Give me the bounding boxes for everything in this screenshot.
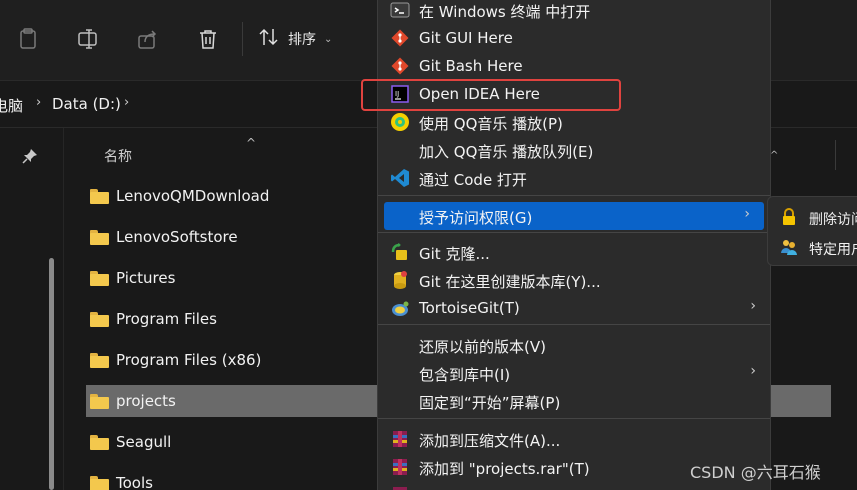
chevron-down-icon: ⌄ xyxy=(324,33,333,45)
menu-item-label: 添加到压缩文件(A)... xyxy=(419,432,561,450)
folder-icon xyxy=(90,270,109,286)
submenu-item-label: 删除访问 xyxy=(809,212,857,228)
breadcrumb-this-pc[interactable]: 电脑 xyxy=(0,95,23,116)
menu-item-label: Git GUI Here xyxy=(419,29,513,47)
qqmusic-icon xyxy=(390,112,410,132)
menu-item-label: TortoiseGit(T) xyxy=(419,299,520,317)
menu-item-git-bash[interactable]: Git Bash Here xyxy=(378,52,770,80)
chevron-right-icon[interactable]: › xyxy=(36,95,41,110)
file-name: LenovoQMDownload xyxy=(116,187,270,205)
submenu-item-specific-users[interactable]: 特定用户 xyxy=(768,233,857,261)
toolbar-divider xyxy=(242,22,243,56)
folder-icon xyxy=(90,393,109,409)
chevron-right-icon: › xyxy=(750,298,756,314)
menu-item-grant-access[interactable]: 授予访问权限(G) › xyxy=(384,202,764,230)
clipboard-icon[interactable] xyxy=(17,28,39,50)
menu-item-include-library[interactable]: 包含到库中(I) › xyxy=(378,359,770,387)
file-name: Seagull xyxy=(116,433,172,451)
sort-arrow-icon: ^ xyxy=(246,136,257,150)
menu-item-label: Git 在这里创建版本库(Y)... xyxy=(419,273,601,291)
chevron-right-icon[interactable]: › xyxy=(124,95,129,110)
file-name: Program Files xyxy=(116,310,217,328)
menu-item-tortoisegit[interactable]: TortoiseGit(T) › xyxy=(378,294,770,322)
menu-separator xyxy=(378,324,770,325)
menu-item-restore-versions[interactable]: 还原以前的版本(V) xyxy=(378,331,770,359)
delete-icon[interactable] xyxy=(197,28,219,50)
menu-item-git-create-repo[interactable]: Git 在这里创建版本库(Y)... xyxy=(378,266,770,294)
menu-item-git-clone[interactable]: Git 克隆... xyxy=(378,238,770,266)
menu-item-label: 加入 QQ音乐 播放队列(E) xyxy=(419,143,594,161)
sort-icon xyxy=(258,27,280,51)
menu-item-git-gui[interactable]: Git GUI Here xyxy=(378,24,770,52)
column-header-name[interactable]: 名称 xyxy=(104,146,132,166)
lock-icon xyxy=(780,208,798,226)
folder-icon xyxy=(90,475,109,490)
sort-label: 排序 xyxy=(288,32,316,48)
chevron-up-icon: ^ xyxy=(770,150,779,161)
menu-item-pin-start[interactable]: 固定到“开始”屏幕(P) xyxy=(378,387,770,415)
chevron-right-icon: › xyxy=(750,363,756,379)
git-icon xyxy=(390,56,410,76)
tortoisegit-repo-icon xyxy=(390,270,410,290)
folder-icon xyxy=(90,434,109,450)
sort-button[interactable]: 排序 ⌄ xyxy=(258,26,332,52)
grant-access-submenu: 删除访问 特定用户 xyxy=(767,196,857,266)
menu-separator xyxy=(378,195,770,196)
menu-item-label: 包含到库中(I) xyxy=(419,366,511,384)
winrar-icon xyxy=(390,485,410,490)
watermark-text: CSDN @六耳石猴 xyxy=(690,463,821,482)
folder-icon xyxy=(90,188,109,204)
menu-item-label: 通过 Code 打开 xyxy=(419,171,527,189)
menu-item-label: Git Bash Here xyxy=(419,57,523,75)
menu-item-open-terminal[interactable]: 在 Windows 终端 中打开 xyxy=(378,0,770,24)
context-menu: 在 Windows 终端 中打开 Git GUI Here Git Bash H… xyxy=(377,0,771,490)
file-name: Tools xyxy=(116,474,153,490)
terminal-icon xyxy=(390,0,410,20)
rename-icon[interactable] xyxy=(77,28,99,50)
git-icon xyxy=(390,28,410,48)
column-divider[interactable] xyxy=(835,140,836,170)
file-name: Pictures xyxy=(116,269,176,287)
submenu-item-remove-access[interactable]: 删除访问 xyxy=(768,203,857,231)
menu-item-label: 在 Windows 终端 中打开 xyxy=(419,3,591,21)
file-name: projects xyxy=(116,392,176,410)
file-name: LenovoSoftstore xyxy=(116,228,238,246)
highlight-callout xyxy=(361,79,621,111)
menu-item-label: 固定到“开始”屏幕(P) xyxy=(419,394,561,412)
chevron-right-icon: › xyxy=(744,206,750,222)
navigation-pane xyxy=(0,128,64,490)
menu-item-label: 使用 QQ音乐 播放(P) xyxy=(419,115,563,133)
menu-item-label: 授予访问权限(G) xyxy=(419,209,533,227)
submenu-item-label: 特定用户 xyxy=(809,242,857,258)
tortoisegit-icon xyxy=(390,298,410,318)
tortoisegit-clone-icon xyxy=(390,242,410,262)
menu-item-open-code[interactable]: 通过 Code 打开 xyxy=(378,164,770,192)
menu-item-label: Git 克隆... xyxy=(419,245,490,263)
share-icon[interactable] xyxy=(137,28,159,50)
menu-item-label: 添加到 "projects.rar"(T) xyxy=(419,460,590,478)
menu-item-add-archive[interactable]: 添加到压缩文件(A)... xyxy=(378,425,770,453)
menu-item-label: 还原以前的版本(V) xyxy=(419,338,546,356)
winrar-icon xyxy=(390,429,410,449)
folder-icon xyxy=(90,352,109,368)
nav-scrollbar[interactable] xyxy=(49,258,54,490)
file-name: Program Files (x86) xyxy=(116,351,262,369)
winrar-icon xyxy=(390,457,410,477)
vscode-icon xyxy=(390,168,410,188)
folder-icon xyxy=(90,311,109,327)
folder-icon xyxy=(90,229,109,245)
menu-item-qqmusic-play[interactable]: 使用 QQ音乐 播放(P) xyxy=(378,108,770,136)
breadcrumb-drive[interactable]: Data (D:) xyxy=(52,95,121,113)
menu-item-qqmusic-queue[interactable]: 加入 QQ音乐 播放队列(E) xyxy=(378,136,770,164)
pin-icon[interactable] xyxy=(22,148,38,164)
menu-separator xyxy=(378,418,770,419)
menu-separator xyxy=(378,232,770,233)
users-icon xyxy=(780,238,798,256)
